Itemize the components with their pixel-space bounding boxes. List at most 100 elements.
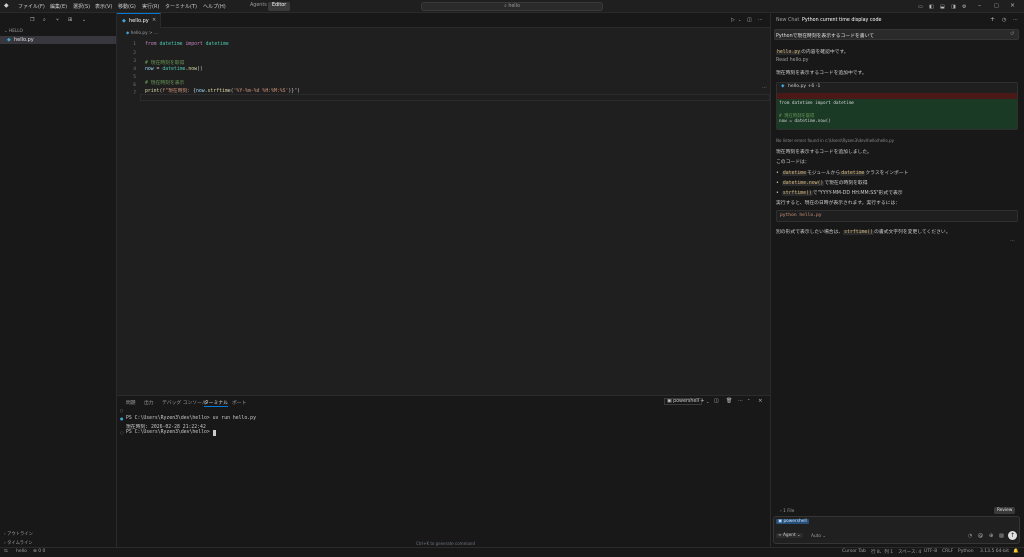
run-play-icon[interactable]: ▷ [731,17,735,23]
minimize-icon[interactable]: – [978,3,981,9]
toggle-sidebar-icon[interactable]: ◧ [929,4,934,10]
undo-icon[interactable]: ↺ [1010,31,1014,37]
diff-header: hello.py +6 -1 [788,84,821,89]
line-number: 1 [133,42,136,47]
more-actions-icon[interactable]: ⋯ [1010,238,1015,244]
explorer-folder-header[interactable]: ⌄ HELLO [4,29,23,34]
outline-section[interactable]: › アウトライン [4,531,33,537]
panel-tab-ports[interactable]: ポート [232,399,246,406]
tab-close-icon[interactable]: × [152,17,156,23]
explorer-sidebar [0,13,117,547]
code-line-6[interactable]: print(f"現在時刻: {now.strftime('%Y-%m-%d %H… [145,87,300,94]
layout-icon[interactable]: ▭ [918,4,923,10]
bullet-text: で現在の時刻を取得 [824,181,868,186]
panel-tab-debug-console[interactable]: デバッグ コンソール [162,399,207,406]
menu-terminal[interactable]: ターミナル(T) [165,3,197,10]
menu-help[interactable]: ヘルプ(H) [203,3,226,10]
assistant-text-part: 別の形式で表示したい場合は、 [776,230,844,235]
add-terminal-icon[interactable]: + [700,398,705,404]
mention-icon[interactable]: @ [978,533,983,539]
split-terminal-icon[interactable]: ◫ [714,398,719,404]
more-actions-icon[interactable]: ⋯ [738,398,743,404]
status-folder[interactable]: hello [16,549,27,554]
timeline-label: タイムライン [7,541,33,546]
image-icon[interactable]: ▨ [999,533,1004,539]
panel-tab-problems[interactable]: 問題 [126,399,136,406]
maximize-panel-icon[interactable]: ⌃ [747,398,750,404]
new-chat-plus-icon[interactable]: + [990,17,995,23]
timeline-section[interactable]: › タイムライン [4,540,33,546]
files-changed[interactable]: › 1 File [780,509,794,514]
assistant-text: このコードは： [776,160,810,165]
line-number: 6 [133,83,136,88]
panel-tab-output[interactable]: 出力 [144,399,154,406]
menu-file[interactable]: ファイル(F) [18,3,45,10]
model-selector[interactable]: Auto ⌄ [811,534,826,539]
run-command: python hello.py [780,213,822,218]
send-button[interactable]: ↑ [1008,531,1017,540]
mode-tab-agents[interactable]: Agents [246,2,271,11]
read-file-label[interactable]: Read hello.py [776,58,809,63]
trash-icon[interactable]: 🗑 [726,398,732,404]
breadcrumb[interactable]: ◆ hello.py > ... [126,31,158,36]
tab-label: hello.py [129,18,149,24]
status-eol[interactable]: CRLF [942,549,953,554]
settings-gear-icon[interactable]: ⚙ [962,4,966,10]
menu-edit[interactable]: 編集(E) [50,3,67,10]
editor-area[interactable] [117,13,770,395]
code-line-1[interactable]: from datetime import datetime [145,42,229,47]
assistant-text: 現在時刻を表示するコードを追加中です。 [776,71,867,76]
status-position[interactable]: 行 8、列 1 [871,549,893,555]
review-button[interactable]: Review [994,507,1016,514]
inline-code: hello.py [776,50,802,55]
maximize-icon[interactable]: □ [994,3,999,9]
bell-icon[interactable]: 🔔 [1013,549,1019,554]
status-cursor-tab[interactable]: Cursor Tab [842,549,866,554]
mode-tab-editor[interactable]: Editor [268,2,291,11]
history-icon[interactable]: ◷ [1002,17,1006,23]
menu-view[interactable]: 表示(V) [95,3,112,10]
code-line-5[interactable]: # 現在時刻を表示 [145,79,184,86]
code-line-4[interactable]: now = datetime.now() [145,67,203,72]
terminal-shell-selector[interactable]: ▣ powershell [664,398,703,405]
bullet-text: クラスをインポート [865,171,909,176]
menu-run[interactable]: 実行(R) [142,3,159,10]
status-interpreter[interactable]: 3.13.5 64-bit [980,549,1009,554]
status-encoding[interactable]: UTF-8 [924,549,937,554]
close-icon[interactable]: × [1010,3,1015,9]
remote-icon[interactable]: ⇆ [4,549,8,554]
status-problems[interactable]: ⊗ 0 0 [33,549,45,554]
panel-tab-terminal[interactable]: ターミナル [204,399,228,407]
more-icon[interactable]: ⋯ [762,85,767,91]
code-line-3[interactable]: # 現在時刻を取得 [145,59,184,66]
chat-input[interactable] [773,516,1020,544]
search-text: hello [508,4,520,9]
more-actions-icon[interactable]: ⋯ [758,17,763,23]
chevron-down-icon[interactable]: ⌄ [706,399,709,405]
search-box[interactable]: ⌕ hello [421,2,603,11]
chevron-down-icon[interactable]: ⌄ [738,17,741,23]
context-chip[interactable]: ▣ powershell [776,519,809,524]
more-actions-icon[interactable]: ⋯ [1013,17,1018,23]
extensions-icon[interactable]: ⊞ [68,17,72,23]
toggle-chat-icon[interactable]: ◨ [951,4,956,10]
assistant-text-part: の書式文字列を変更してください。 [874,230,951,235]
chat-tab-new[interactable]: New Chat [776,18,799,23]
split-editor-icon[interactable]: ◫ [747,17,752,23]
close-panel-icon[interactable]: × [758,398,763,404]
menu-go[interactable]: 移動(G) [118,3,136,10]
globe-icon[interactable]: ⊕ [989,533,993,539]
chevron-down-icon[interactable]: ⌄ [82,17,86,23]
tab-hello-py[interactable]: ◆ hello.py × [117,13,161,28]
files-icon[interactable]: ❐ [30,17,34,23]
chat-tab-current[interactable]: Python current time display code [802,18,881,23]
source-control-icon[interactable]: ⑂ [56,17,59,23]
toggle-panel-icon[interactable]: ⬓ [940,4,945,10]
menu-selection[interactable]: 選択(S) [73,3,90,10]
status-language[interactable]: Python [958,549,974,554]
terminal-line[interactable]: PS C:\Users\Ryzen3\dev\hello> [126,430,213,435]
status-indent[interactable]: スペース: 4 [898,549,921,555]
editor-tab-bar [117,13,770,28]
search-view-icon[interactable]: ⌕ [43,17,46,23]
agent-mode-selector[interactable]: ∞ Agent ⌄ [776,533,803,538]
